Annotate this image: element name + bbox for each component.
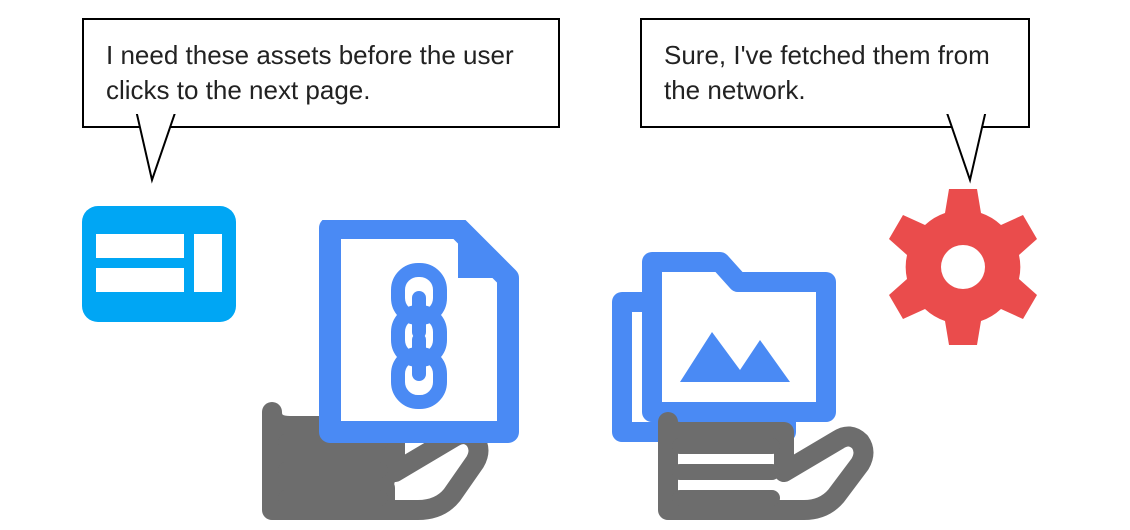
speech-text-left: I need these assets before the user clic… — [106, 40, 514, 105]
folder-image-icon — [652, 262, 826, 412]
document-chain-icon — [330, 228, 508, 432]
request-hand-document — [230, 220, 540, 520]
webpage-layout-icon — [82, 206, 236, 322]
speech-tail-right — [938, 110, 1008, 190]
illustration-area — [0, 180, 1130, 530]
gear-icon — [878, 182, 1048, 352]
pointing-hand-icon — [668, 422, 864, 510]
speech-text-right: Sure, I've fetched them from the network… — [664, 40, 990, 105]
speech-tail-left — [128, 110, 198, 190]
response-hand-folder — [612, 240, 912, 520]
